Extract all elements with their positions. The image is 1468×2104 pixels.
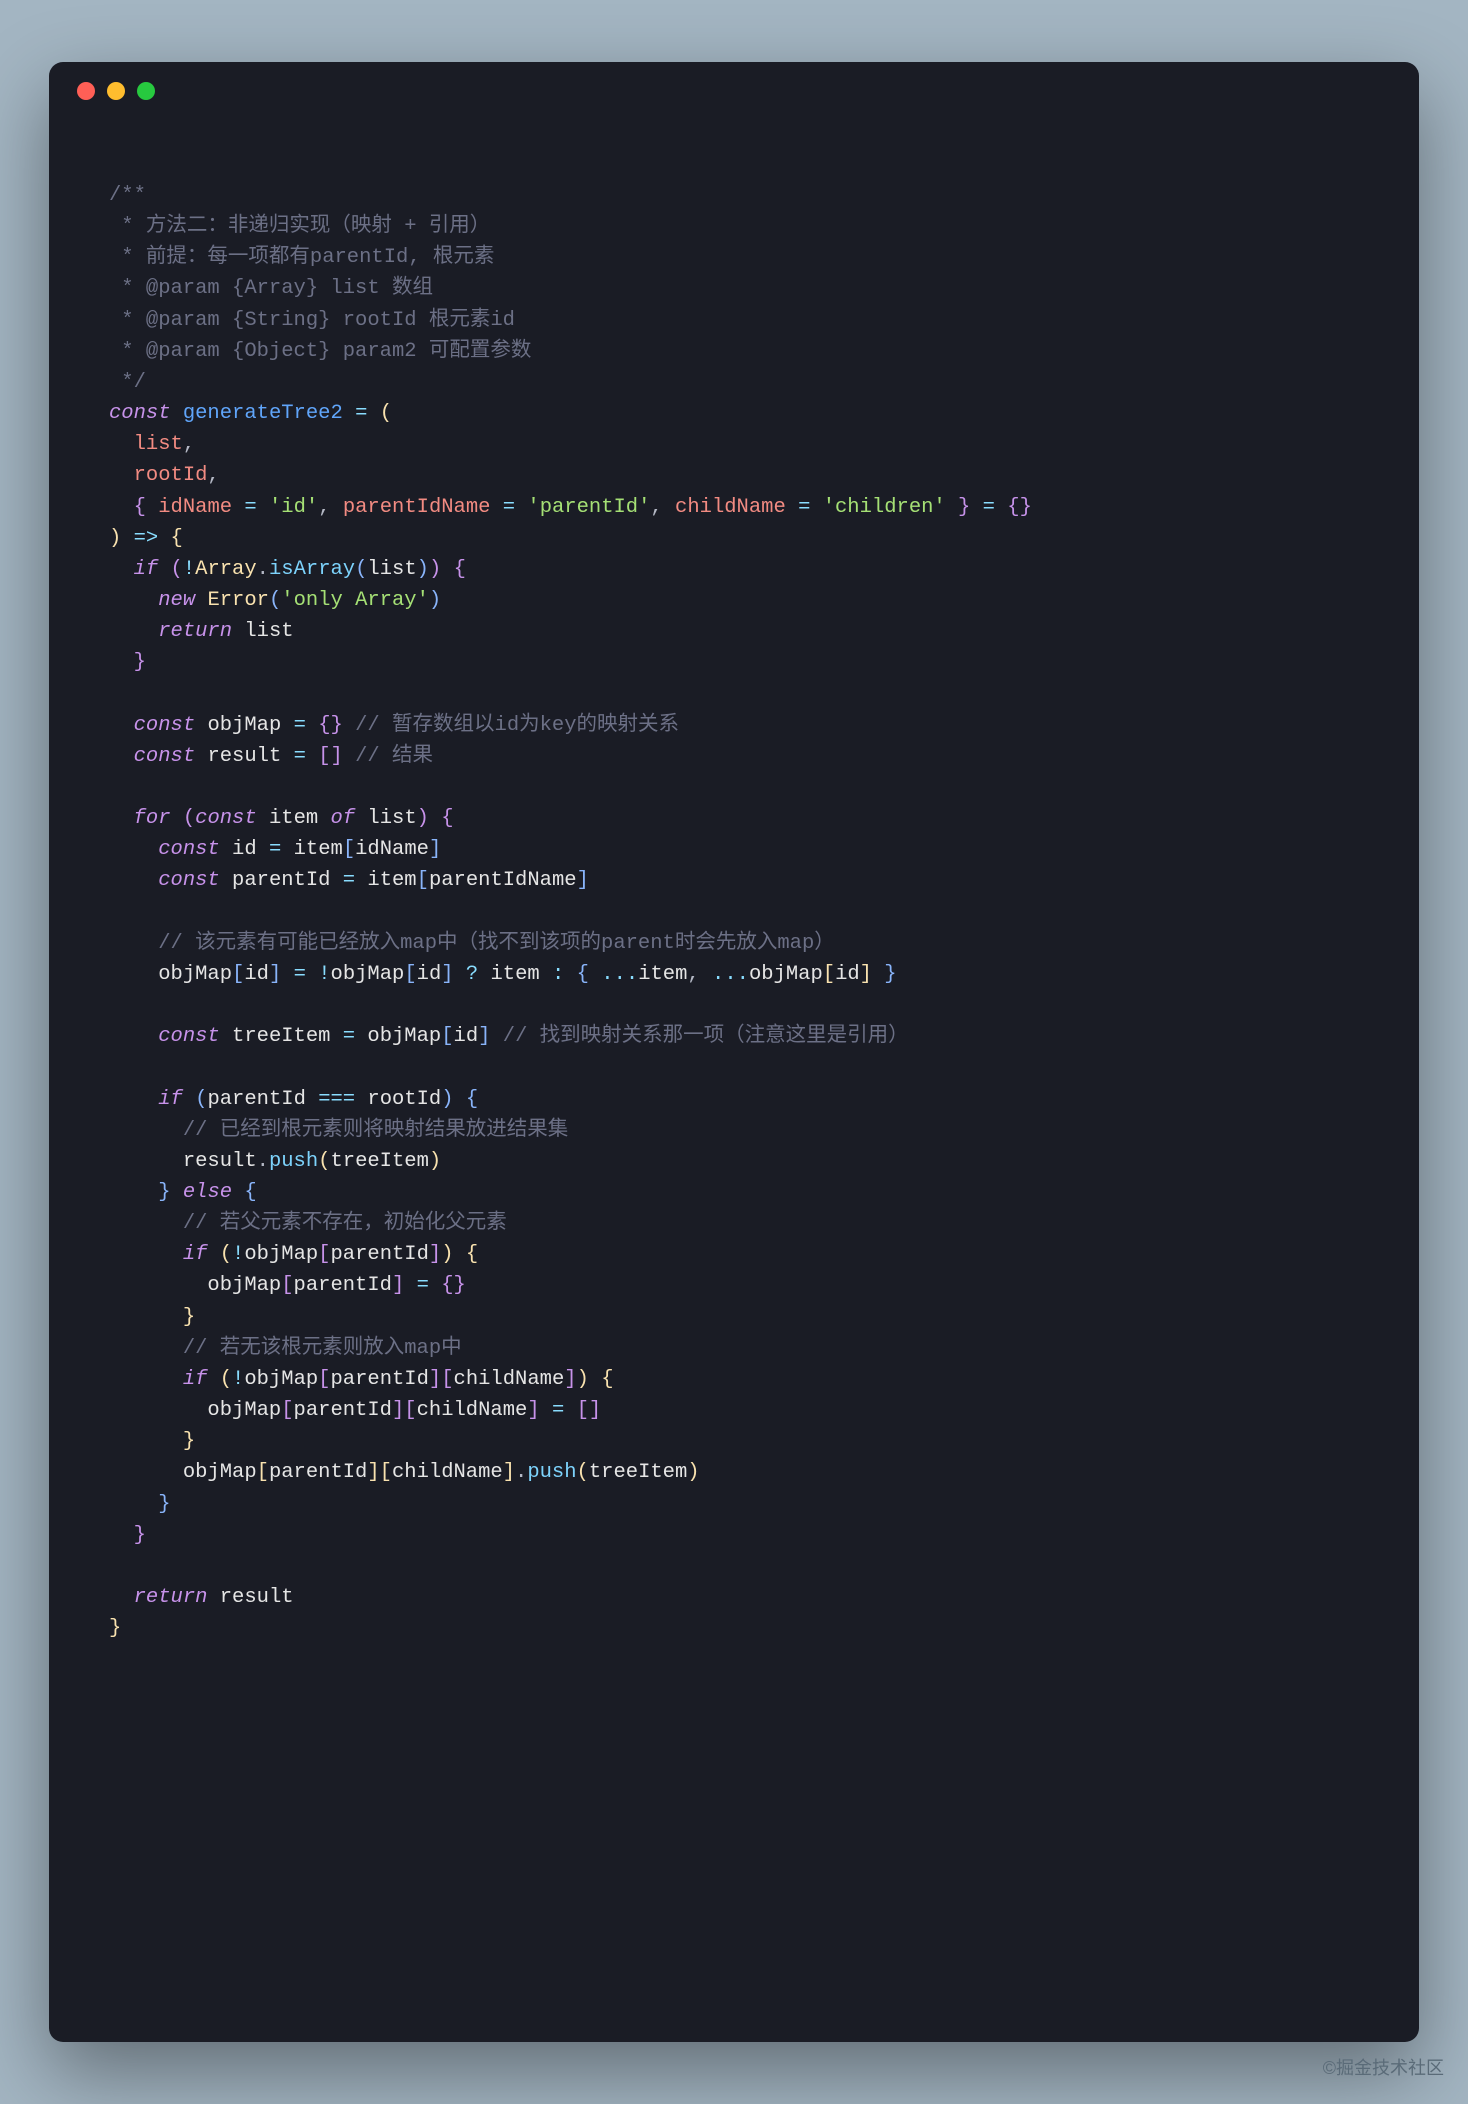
param: list (134, 433, 183, 456)
maximize-icon[interactable] (137, 82, 155, 100)
comment-line: * @param {String} rootId 根元素id (109, 309, 515, 332)
window-titlebar (49, 62, 1419, 120)
comment-line: /** (109, 184, 146, 207)
close-icon[interactable] (77, 82, 95, 100)
minimize-icon[interactable] (107, 82, 125, 100)
code-window: /** * 方法二：非递归实现（映射 + 引用） * 前提：每一项都有paren… (49, 62, 1419, 2042)
fn-name: generateTree2 (183, 402, 343, 425)
comment-line: * 方法二：非递归实现（映射 + 引用） (109, 215, 490, 238)
comment-line: * @param {Object} param2 可配置参数 (109, 340, 531, 363)
code-block: /** * 方法二：非递归实现（映射 + 引用） * 前提：每一项都有paren… (49, 120, 1419, 1684)
param: rootId (134, 464, 208, 487)
comment-line: */ (109, 371, 146, 394)
comment-line: * 前提：每一项都有parentId, 根元素 (109, 246, 494, 269)
keyword-const: const (109, 402, 171, 425)
watermark-text: ©掘金技术社区 (1323, 2054, 1444, 2080)
comment-line: * @param {Array} list 数组 (109, 277, 433, 300)
